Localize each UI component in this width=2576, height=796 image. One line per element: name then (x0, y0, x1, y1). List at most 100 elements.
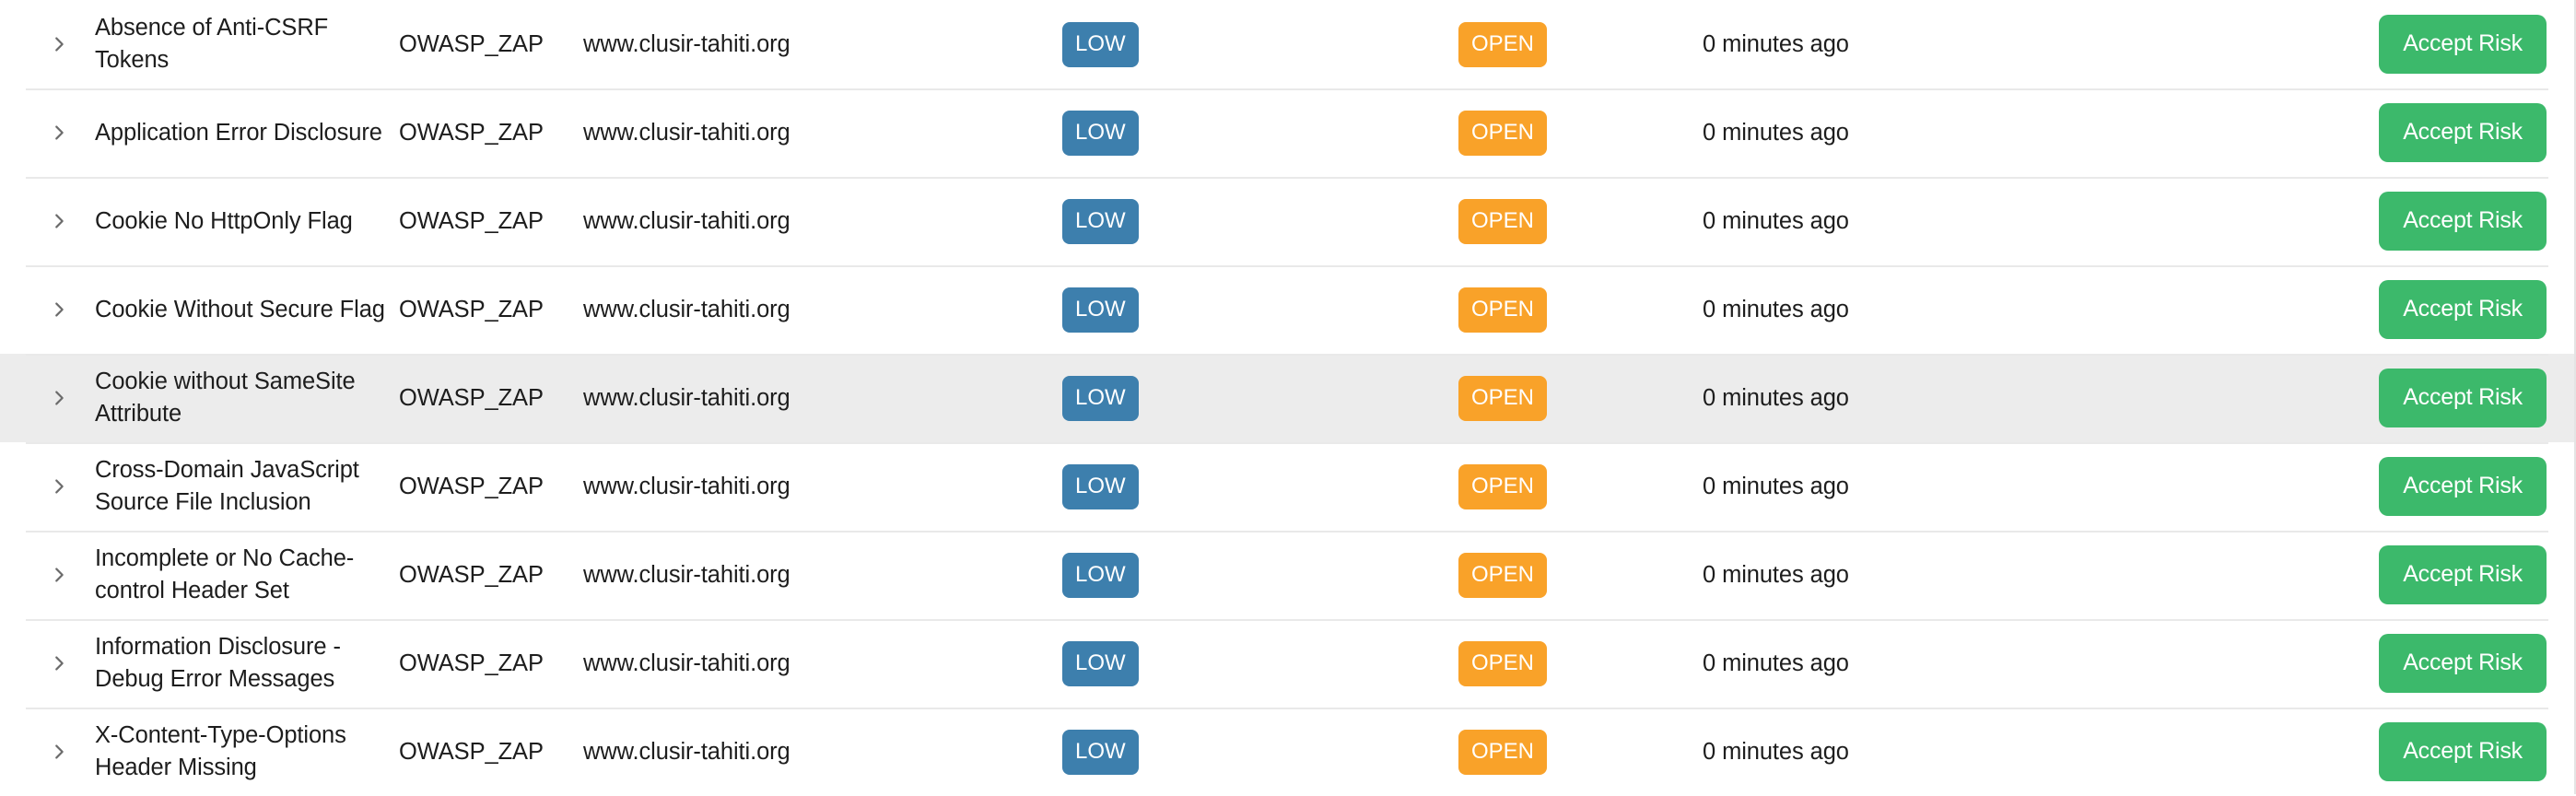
status-badge: OPEN (1458, 110, 1548, 156)
status-cell: OPEN (1458, 552, 1703, 598)
action-cell: Accept Risk (1993, 369, 2547, 427)
severity-cell: LOW (1062, 110, 1458, 156)
accept-risk-button[interactable]: Accept Risk (2379, 15, 2547, 74)
chevron-right-icon (49, 476, 69, 497)
finding-discovered-time: 0 minutes ago (1703, 207, 1849, 234)
table-row[interactable]: Application Error Disclosure OWASP_ZAP www… (0, 88, 2574, 177)
finding-discovered-time: 0 minutes ago (1703, 473, 1849, 499)
action-cell: Accept Risk (1993, 103, 2547, 162)
finding-url: www.clusir-tahiti.org (583, 30, 790, 57)
chevron-right-icon (49, 211, 69, 231)
severity-badge: LOW (1062, 463, 1139, 509)
accept-risk-button[interactable]: Accept Risk (2379, 369, 2547, 427)
finding-scanner: OWASP_ZAP (399, 384, 544, 411)
severity-badge: LOW (1062, 287, 1139, 333)
severity-cell: LOW (1062, 729, 1458, 775)
severity-cell: LOW (1062, 21, 1458, 67)
status-badge: OPEN (1458, 375, 1548, 421)
table-row[interactable]: Information Disclosure - Debug Error Mes… (0, 619, 2574, 708)
severity-cell: LOW (1062, 287, 1458, 333)
chevron-right-icon (49, 565, 69, 585)
finding-url: www.clusir-tahiti.org (583, 207, 790, 234)
row-expand-toggle[interactable] (23, 299, 95, 320)
finding-title: Absence of Anti-CSRF Tokens (95, 15, 329, 73)
finding-discovered-time: 0 minutes ago (1703, 296, 1849, 322)
finding-title: Incomplete or No Cache-control Header Se… (95, 545, 355, 603)
action-cell: Accept Risk (1993, 280, 2547, 339)
table-row[interactable]: Cookie Without Secure Flag OWASP_ZAP www.c… (0, 265, 2574, 354)
finding-discovered-time: 0 minutes ago (1703, 384, 1849, 411)
finding-url: www.clusir-tahiti.org (583, 296, 790, 322)
status-cell: OPEN (1458, 375, 1703, 421)
status-cell: OPEN (1458, 463, 1703, 509)
severity-badge: LOW (1062, 21, 1139, 67)
chevron-right-icon (49, 742, 69, 762)
severity-badge: LOW (1062, 198, 1139, 244)
table-row[interactable]: X-Content-Type-Options Header Missing OWA… (0, 708, 2574, 796)
finding-scanner: OWASP_ZAP (399, 30, 544, 57)
severity-cell: LOW (1062, 375, 1458, 421)
chevron-right-icon (49, 299, 69, 320)
finding-discovered-time: 0 minutes ago (1703, 30, 1849, 57)
security-findings-table: Absence of Anti-CSRF Tokens OWASP_ZAP www.… (0, 0, 2576, 794)
status-cell: OPEN (1458, 110, 1703, 156)
action-cell: Accept Risk (1993, 457, 2547, 516)
row-expand-toggle[interactable] (23, 565, 95, 585)
finding-title: X-Content-Type-Options Header Missing (95, 722, 346, 780)
severity-badge: LOW (1062, 640, 1139, 686)
finding-url: www.clusir-tahiti.org (583, 738, 790, 765)
accept-risk-button[interactable]: Accept Risk (2379, 457, 2547, 516)
table-row[interactable]: Cookie without SameSite Attribute OWASP_Z… (0, 354, 2574, 442)
finding-url: www.clusir-tahiti.org (583, 650, 790, 676)
row-expand-toggle[interactable] (23, 123, 95, 143)
finding-title: Information Disclosure - Debug Error Mes… (95, 634, 341, 692)
status-badge: OPEN (1458, 463, 1548, 509)
table-row[interactable]: Cross-Domain JavaScript Source File Incl… (0, 442, 2574, 531)
finding-discovered-time: 0 minutes ago (1703, 738, 1849, 765)
chevron-right-icon (49, 653, 69, 673)
status-cell: OPEN (1458, 21, 1703, 67)
finding-scanner: OWASP_ZAP (399, 561, 544, 588)
severity-cell: LOW (1062, 463, 1458, 509)
table-row[interactable]: Absence of Anti-CSRF Tokens OWASP_ZAP www.… (0, 0, 2574, 88)
finding-url: www.clusir-tahiti.org (583, 384, 790, 411)
row-expand-toggle[interactable] (23, 476, 95, 497)
status-badge: OPEN (1458, 552, 1548, 598)
finding-title: Cross-Domain JavaScript Source File Incl… (95, 457, 359, 515)
finding-title: Application Error Disclosure (95, 119, 382, 146)
table-row[interactable]: Cookie No HttpOnly Flag OWASP_ZAP www.clus… (0, 177, 2574, 265)
chevron-right-icon (49, 388, 69, 408)
severity-cell: LOW (1062, 198, 1458, 244)
row-expand-toggle[interactable] (23, 742, 95, 762)
accept-risk-button[interactable]: Accept Risk (2379, 103, 2547, 162)
finding-url: www.clusir-tahiti.org (583, 561, 790, 588)
row-expand-toggle[interactable] (23, 653, 95, 673)
severity-cell: LOW (1062, 640, 1458, 686)
row-expand-toggle[interactable] (23, 211, 95, 231)
chevron-right-icon (49, 123, 69, 143)
status-badge: OPEN (1458, 287, 1548, 333)
table-row[interactable]: Incomplete or No Cache-control Header Se… (0, 531, 2574, 619)
finding-scanner: OWASP_ZAP (399, 473, 544, 499)
severity-badge: LOW (1062, 552, 1139, 598)
accept-risk-button[interactable]: Accept Risk (2379, 634, 2547, 693)
action-cell: Accept Risk (1993, 634, 2547, 693)
accept-risk-button[interactable]: Accept Risk (2379, 545, 2547, 604)
accept-risk-button[interactable]: Accept Risk (2379, 192, 2547, 251)
status-cell: OPEN (1458, 287, 1703, 333)
chevron-right-icon (49, 34, 69, 54)
finding-discovered-time: 0 minutes ago (1703, 119, 1849, 146)
finding-title: Cookie without SameSite Attribute (95, 369, 356, 427)
accept-risk-button[interactable]: Accept Risk (2379, 722, 2547, 781)
status-badge: OPEN (1458, 21, 1548, 67)
action-cell: Accept Risk (1993, 722, 2547, 781)
row-expand-toggle[interactable] (23, 34, 95, 54)
finding-discovered-time: 0 minutes ago (1703, 650, 1849, 676)
status-badge: OPEN (1458, 198, 1548, 244)
finding-scanner: OWASP_ZAP (399, 738, 544, 765)
accept-risk-button[interactable]: Accept Risk (2379, 280, 2547, 339)
row-expand-toggle[interactable] (23, 388, 95, 408)
status-cell: OPEN (1458, 729, 1703, 775)
action-cell: Accept Risk (1993, 15, 2547, 74)
finding-discovered-time: 0 minutes ago (1703, 561, 1849, 588)
